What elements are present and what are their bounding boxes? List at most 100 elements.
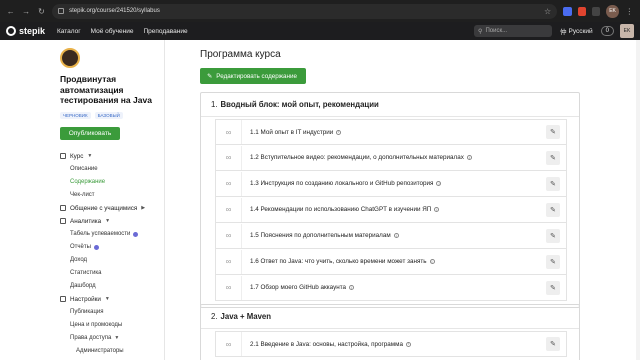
search-icon: ⚲ [478,28,483,35]
lesson-title[interactable]: 1.1 Мой опыт в IT индустрии i [242,129,546,136]
lesson-title-text: 1.2 Вступительное видео: рекомендации, о… [250,154,464,161]
publish-button[interactable]: Опубликовать [60,126,120,140]
lesson-row[interactable]: ∞ 1.5 Пояснения по дополнительным матери… [215,223,567,249]
module-header[interactable]: 2. Java + Maven [201,305,579,329]
reload-icon[interactable]: ↻ [37,6,46,16]
address-bar[interactable]: stepik.org/course/241520/syllabus ☆ [52,3,558,19]
search-input[interactable]: ⚲ Поиск... [474,25,553,37]
info-icon[interactable]: i [436,181,442,186]
edit-lesson-icon[interactable]: ✎ [546,125,560,139]
lesson-link-icon: ∞ [216,249,242,274]
sidebar-section-settings[interactable]: Настройки ▼ [60,293,164,306]
edit-syllabus-label: Редактировать содержание [216,72,297,80]
info-icon[interactable]: i [434,207,440,212]
sidebar-item-income[interactable]: Доход [60,254,164,267]
lesson-link-icon: ∞ [216,275,242,300]
edit-lesson-icon[interactable]: ✎ [546,202,560,217]
course-sidebar: Продвинутая автоматизация тестирования н… [0,40,165,360]
sidebar-item-syllabus[interactable]: Содержание [60,176,164,189]
module-2: 2. Java + Maven ∞ 2.1 Введение в Java: о… [200,304,580,360]
lesson-row[interactable]: ∞ 2.1 Введение в Java: основы, настройка… [215,331,567,357]
lesson-row[interactable]: ∞ 1.2 Вступительное видео: рекомендации,… [215,145,567,171]
edit-lesson-icon[interactable]: ✎ [546,176,560,191]
extension-icon[interactable] [563,6,572,16]
module-title: Вводный блок: мой опыт, рекомендации [220,100,379,109]
sidebar-section-analytics[interactable]: Аналитика ▼ [60,215,164,228]
sidebar-item-label: Чек-лист [70,192,95,198]
translate-icon: 仲 [560,29,567,36]
lesson-title-text: 2.1 Введение в Java: основы, настройка, … [250,340,403,348]
sidebar-section-course[interactable]: Курс ▼ [60,150,164,163]
lesson-title[interactable]: 1.5 Пояснения по дополнительным материал… [242,232,546,239]
info-icon[interactable]: i [429,259,435,264]
sidebar-item-label: Публикация [70,309,104,315]
new-indicator-dot [133,231,139,237]
lesson-row[interactable]: ∞ 1.4 Рекомендации по использованию Chat… [215,197,567,223]
scrollbar[interactable] [636,40,640,360]
sidebar-item-label: Описание [70,166,98,172]
module-header[interactable]: 1. Вводный блок: мой опыт, рекомендации [201,93,579,117]
back-icon[interactable]: ← [6,6,15,16]
sidebar-item-access[interactable]: Права доступа ▼ [60,332,164,345]
info-icon[interactable]: i [349,285,355,290]
language-label: Русский [568,27,593,35]
sidebar-item-publication[interactable]: Публикация [60,306,164,319]
extension-icon[interactable] [577,6,586,16]
sidebar-item-gradebook[interactable]: Табель успеваемости [60,228,164,241]
sidebar-section-communication[interactable]: Общение с учащимися ▶ [60,202,164,215]
stepik-logo[interactable]: stepik [6,26,45,36]
chevron-down-icon: ▼ [104,296,110,302]
forward-icon[interactable]: → [21,6,30,16]
browser-profile-avatar[interactable]: EK [606,4,619,18]
edit-syllabus-button[interactable]: ✎ Редактировать содержание [200,68,306,84]
course-icon [60,153,66,159]
lesson-title[interactable]: 1.4 Рекомендации по использованию ChatGP… [242,206,546,213]
module-title: Java + Maven [220,312,272,321]
info-icon[interactable]: i [405,341,411,347]
sidebar-item-label: Статистика [70,270,102,276]
lesson-row[interactable]: ∞ 1.3 Инструкция по созданию локального … [215,171,567,197]
sidebar-item-label: Доход [70,257,88,263]
nav-catalog[interactable]: Каталог [57,28,81,35]
extensions-puzzle-icon[interactable] [592,6,601,16]
sidebar-item-reports[interactable]: Отчёты [60,241,164,254]
info-icon[interactable]: i [393,233,399,238]
sidebar-item-description[interactable]: Описание [60,163,164,176]
edit-lesson-icon[interactable]: ✎ [546,254,560,269]
language-selector[interactable]: 仲 Русский [560,26,593,37]
lesson-title[interactable]: 1.3 Инструкция по созданию локального и … [242,180,546,187]
lesson-title[interactable]: 2.1 Введение в Java: основы, настройка, … [242,341,546,348]
user-avatar[interactable]: EK [620,24,634,38]
browser-menu-icon[interactable]: ⋮ [625,6,634,16]
bookmark-star-icon[interactable]: ☆ [544,7,551,16]
nav-teaching[interactable]: Преподавание [143,28,187,35]
chevron-down-icon: ▼ [87,153,93,159]
nav-my-learning[interactable]: Моё обучение [91,28,134,35]
lesson-row[interactable]: ∞ 1.6 Ответ по Java: что учить, сколько … [215,249,567,275]
lesson-title[interactable]: 1.2 Вступительное видео: рекомендации, о… [242,154,546,161]
pencil-icon: ✎ [207,72,213,80]
lesson-row[interactable]: ∞ 1.7 Обзор моего GitHub аккаунта i ✎ [215,275,567,301]
edit-lesson-icon[interactable]: ✎ [546,337,560,351]
site-header: stepik Каталог Моё обучение Преподавание… [0,22,640,40]
stepik-logo-icon [6,26,16,36]
sidebar-item-admins[interactable]: Администраторы [60,345,164,358]
chevron-right-icon: ▶ [141,205,146,211]
info-icon[interactable]: i [336,129,342,135]
sidebar-item-pricing[interactable]: Цена и промокоды [60,319,164,332]
lesson-title-text: 1.1 Мой опыт в IT индустрии [250,128,334,136]
edit-lesson-icon[interactable]: ✎ [546,280,560,295]
info-icon[interactable]: i [466,155,472,160]
sidebar-item-dashboard[interactable]: Дашборд [60,280,164,293]
lesson-title[interactable]: 1.6 Ответ по Java: что учить, сколько вр… [242,258,546,265]
sidebar-item-statistics[interactable]: Статистика [60,267,164,280]
lesson-row[interactable]: ∞ 1.1 Мой опыт в IT индустрии i ✎ [215,119,567,145]
edit-lesson-icon[interactable]: ✎ [546,150,560,165]
notifications-counter[interactable]: 0 [600,26,614,36]
lesson-title[interactable]: 1.7 Обзор моего GitHub аккаунта i [242,284,546,291]
sidebar-item-label: Табель успеваемости [70,231,131,237]
edit-lesson-icon[interactable]: ✎ [546,228,560,243]
sidebar-item-checklist[interactable]: Чек-лист [60,189,164,202]
new-indicator-dot [93,244,99,250]
site-info-icon[interactable] [58,8,65,14]
